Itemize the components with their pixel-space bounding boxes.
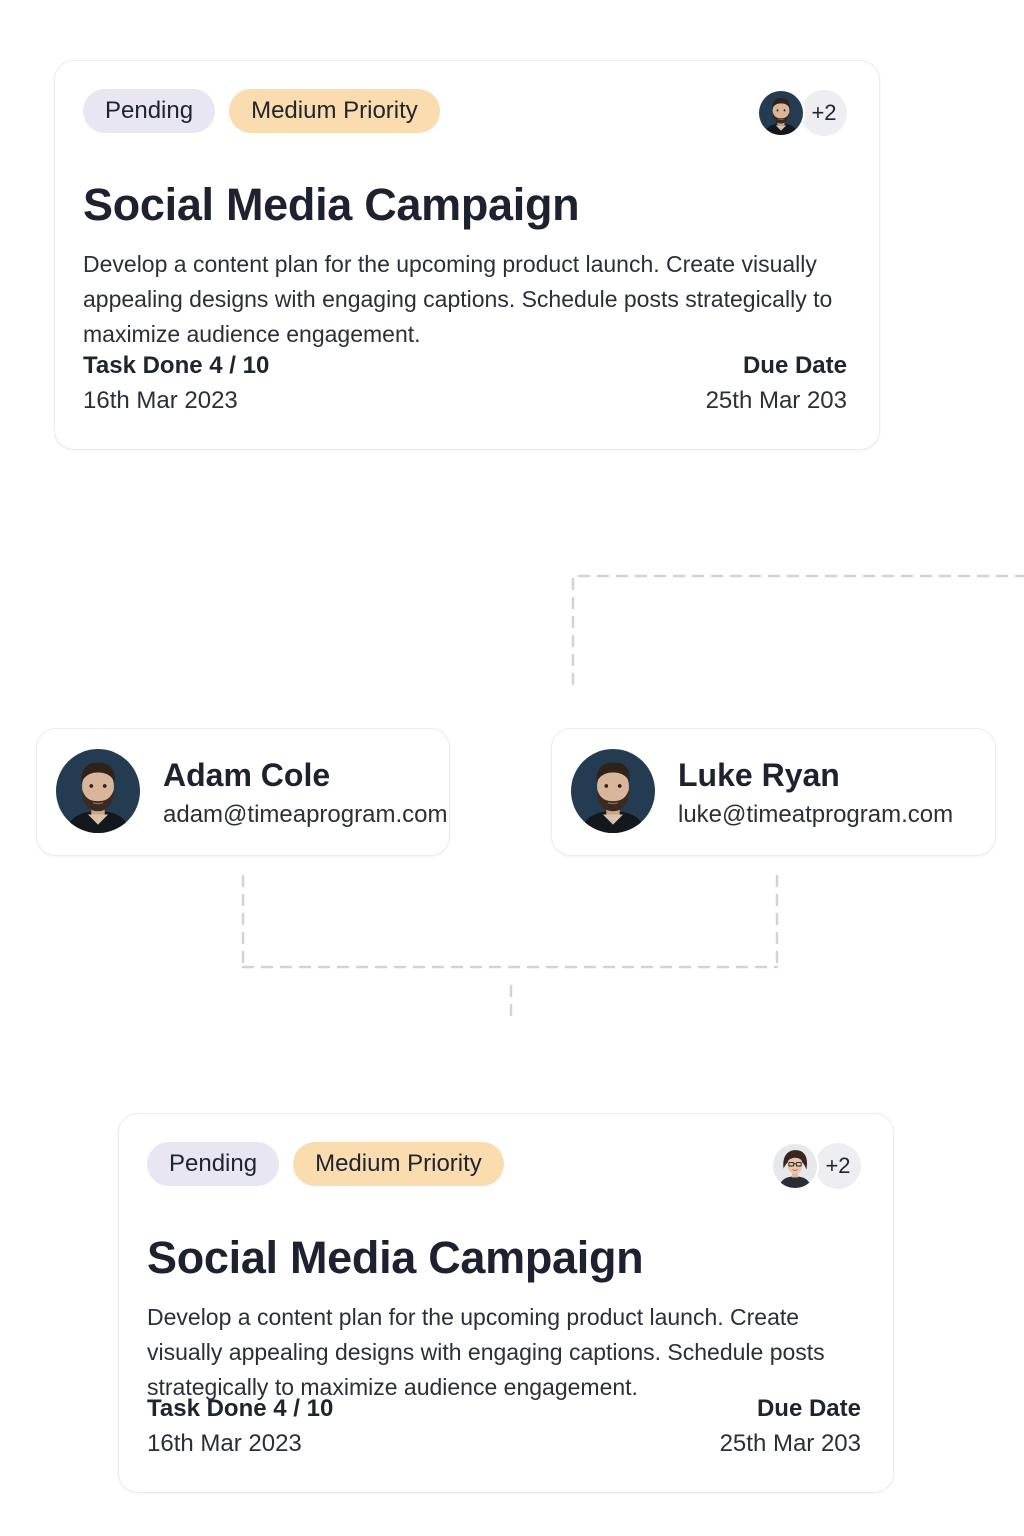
card-description: Develop a content plan for the upcoming … [83,251,833,347]
extra-members-badge[interactable]: +2 [815,1143,861,1189]
task-progress: Task Done 4 / 10 16th Mar 2023 [83,349,269,419]
bearded-man-avatar-icon [571,749,655,833]
person-card-adam[interactable]: Adam Cole adam@timeaprogram.com [36,728,450,856]
start-date: 16th Mar 2023 [147,1430,302,1457]
task-done-label: Task Done 4 / 10 [83,352,270,379]
person-email: adam@timeaprogram.com [163,801,448,828]
card-description: Develop a content plan for the upcoming … [147,1304,825,1400]
task-card[interactable]: Pending Medium Priority +2 Social Media … [54,60,880,450]
due-date-label: Due Date [742,352,847,379]
priority-badge: Medium Priority [293,1142,504,1186]
person-name: Adam Cole [163,757,331,793]
person-card-luke[interactable]: Luke Ryan luke@timeatprogram.com [551,728,996,856]
due-date-label: Due Date [756,1395,861,1422]
member-group[interactable]: +2 [771,1142,861,1190]
due-info: Due Date 25th Mar 203 [706,349,847,419]
card-title: Social Media Campaign [83,179,580,230]
badge-group: Pending Medium Priority [147,1142,504,1188]
task-done-label: Task Done 4 / 10 [147,1395,334,1422]
bearded-man-avatar-icon [56,749,140,833]
woman-with-glasses-avatar-icon[interactable] [771,1142,819,1190]
status-badge: Pending [83,89,216,133]
due-date: 25th Mar 203 [719,1430,861,1457]
card-title: Social Media Campaign [147,1232,644,1283]
priority-badge: Medium Priority [229,89,440,133]
connector-top [571,574,1024,686]
person-email: luke@timeatprogram.com [678,801,954,828]
task-card[interactable]: Pending Medium Priority +2 Social Media … [118,1113,894,1493]
status-badge: Pending [147,1142,280,1186]
badge-group: Pending Medium Priority [83,89,440,135]
person-name: Luke Ryan [678,757,840,793]
extra-members-badge[interactable]: +2 [801,90,847,136]
due-info: Due Date 25th Mar 203 [720,1392,861,1462]
start-date: 16th Mar 2023 [83,387,238,414]
bearded-man-avatar-icon[interactable] [757,89,805,137]
due-date: 25th Mar 203 [705,387,847,414]
task-progress: Task Done 4 / 10 16th Mar 2023 [147,1392,333,1462]
member-group[interactable]: +2 [757,89,847,137]
